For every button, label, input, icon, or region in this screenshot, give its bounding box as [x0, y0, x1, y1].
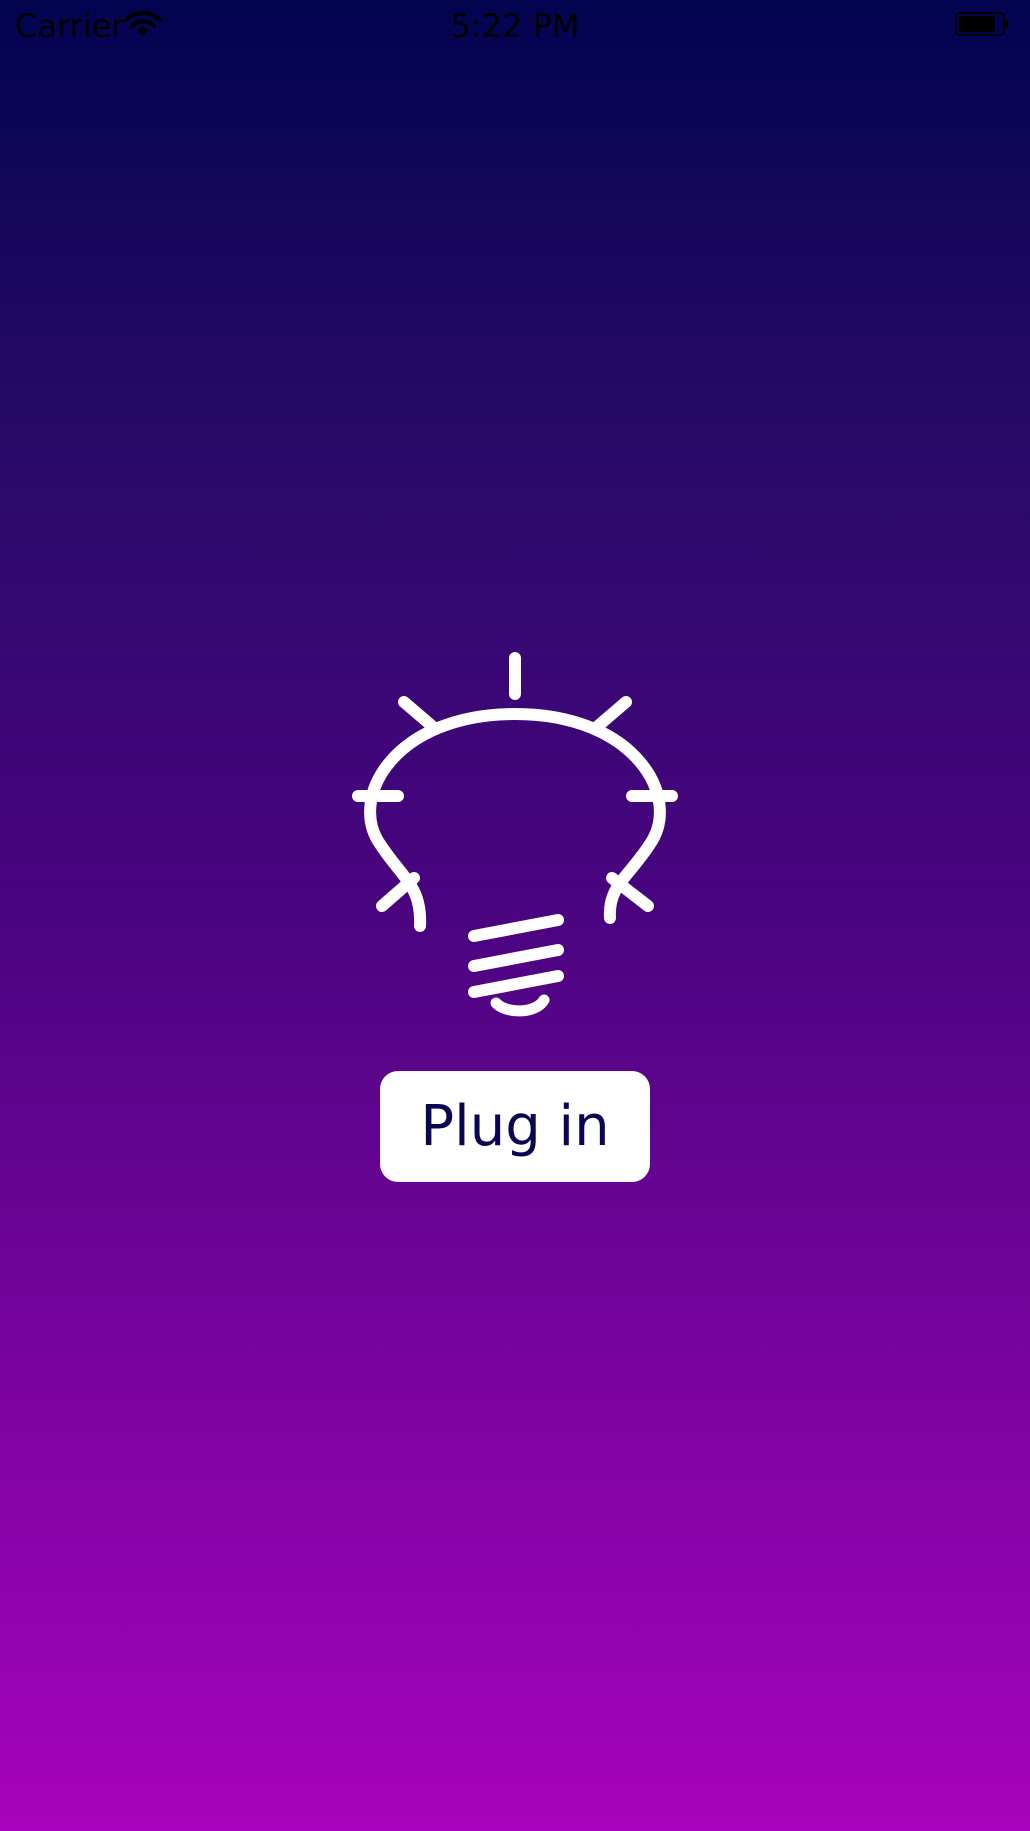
status-bar: Carrier 5:22 PM — [0, 0, 1030, 52]
clock-time: 5:22 PM — [450, 7, 580, 45]
plug-in-button[interactable]: Plug in — [380, 1071, 650, 1182]
light-bulb-icon — [352, 652, 678, 1017]
battery-icon — [955, 12, 1008, 36]
